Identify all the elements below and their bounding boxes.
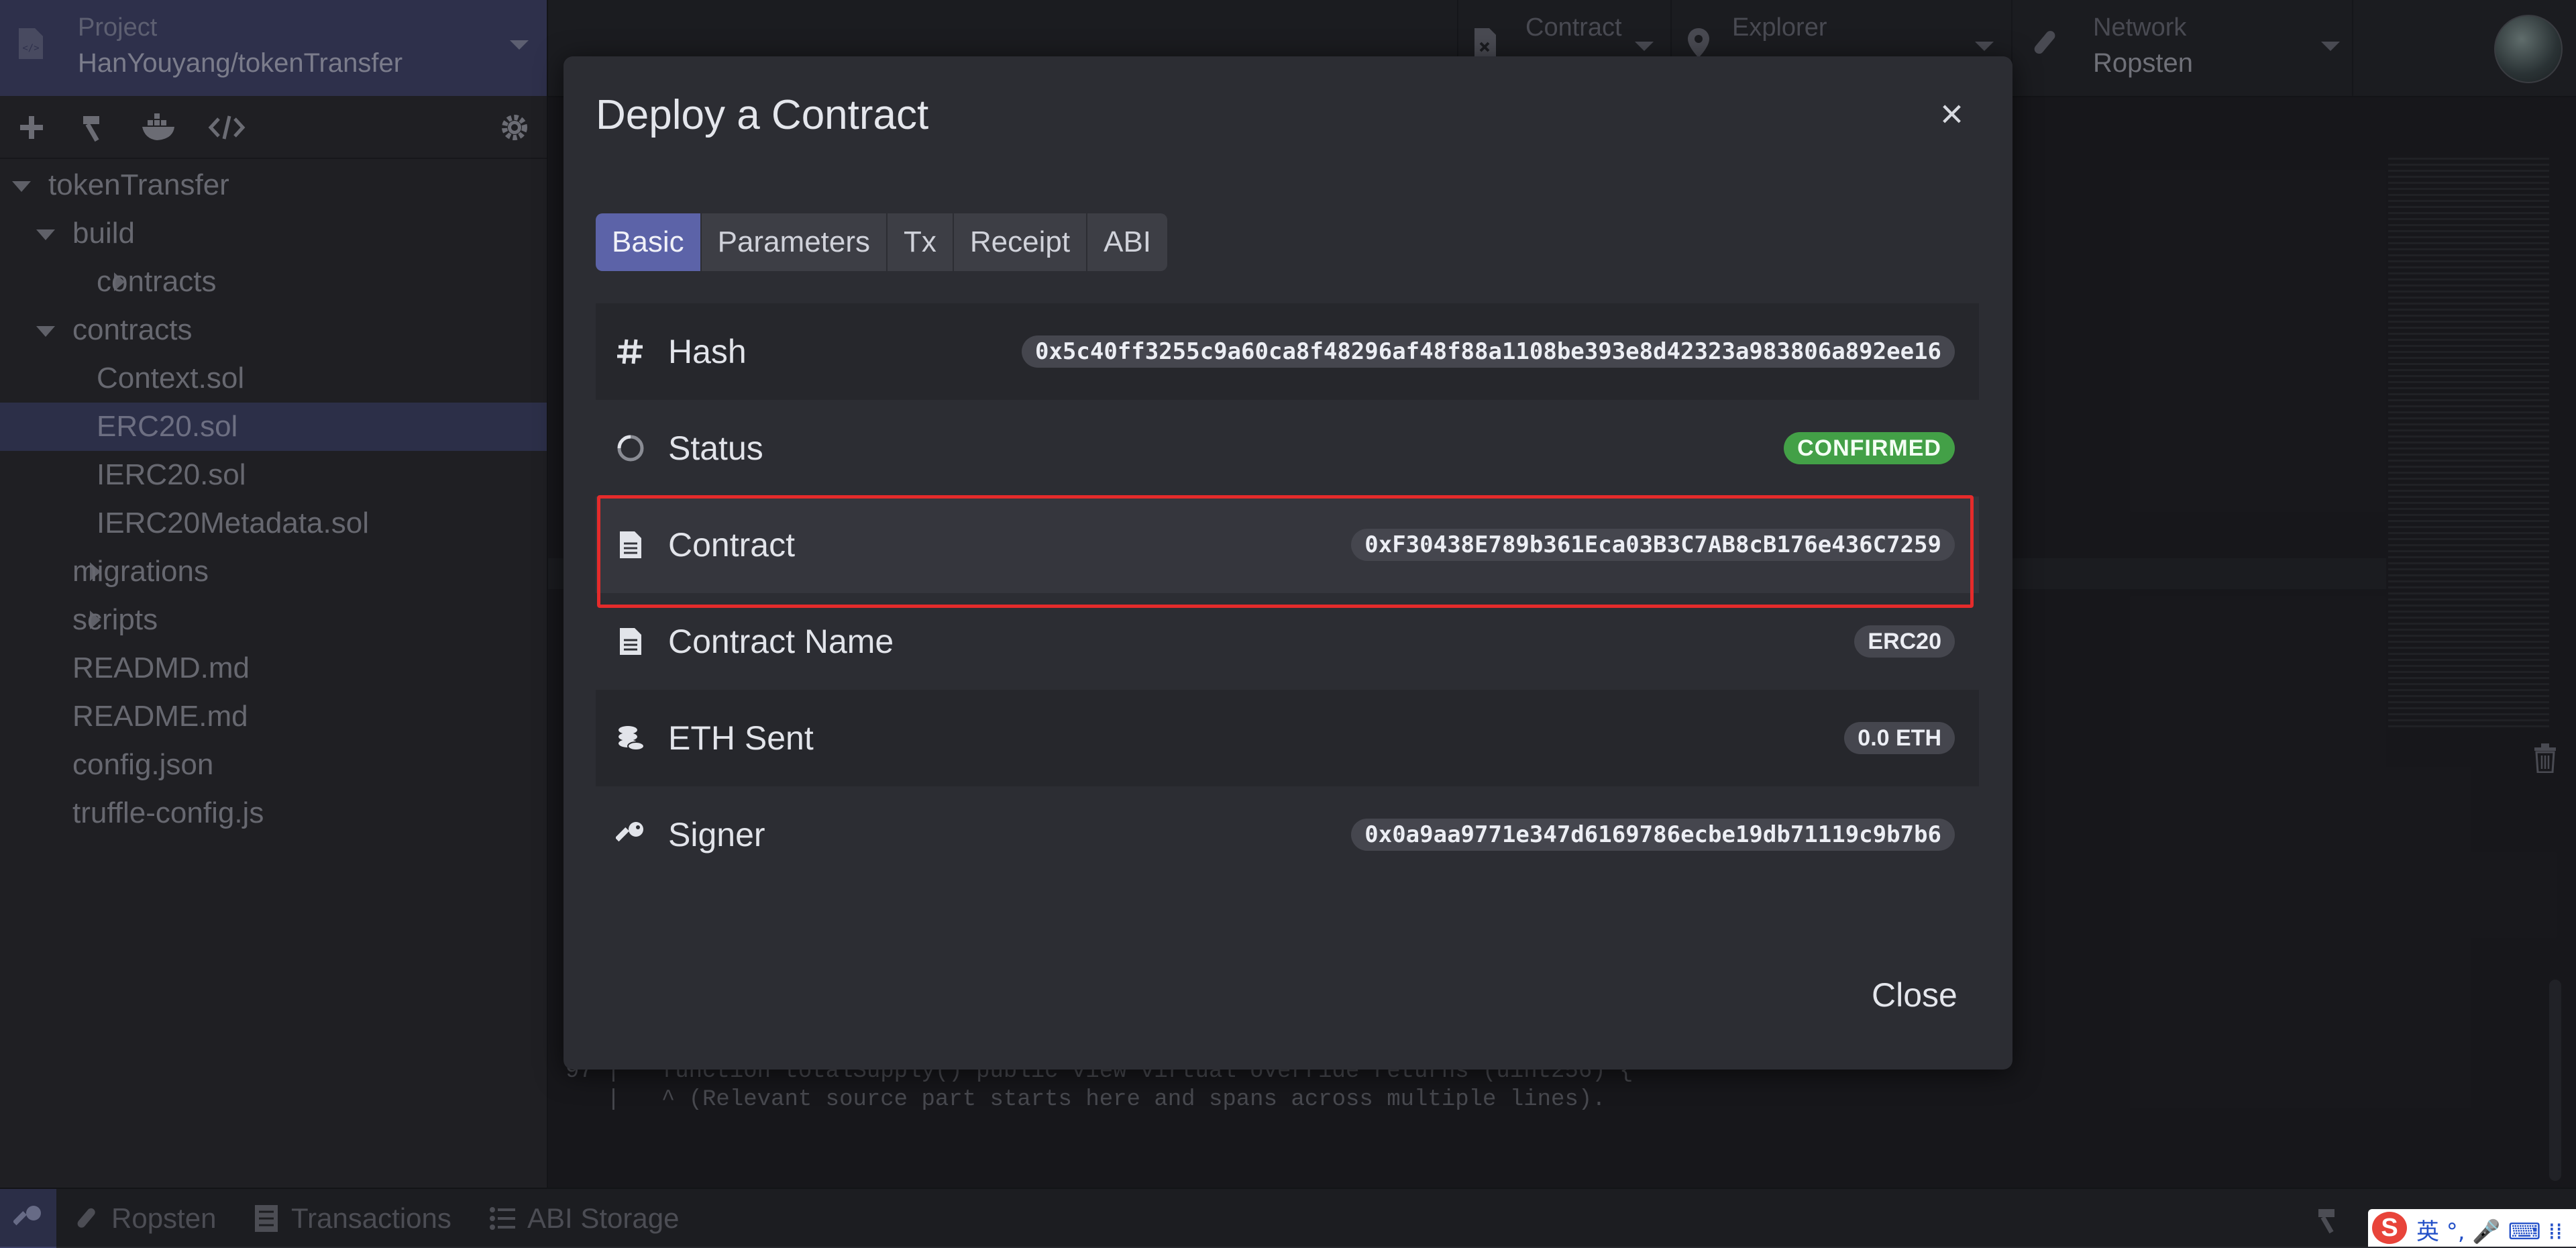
contract-name-label: Contract Name bbox=[668, 623, 894, 660]
hash-label: Hash bbox=[668, 333, 747, 370]
file-text-icon bbox=[620, 628, 641, 655]
hash-value: 0x5c40ff3255c9a60ca8f48296af48f88a1108be… bbox=[1021, 335, 1955, 368]
contract-name-row: Contract Name ERC20 bbox=[596, 593, 1979, 690]
file-text-icon bbox=[620, 531, 641, 558]
sogou-logo: S bbox=[2372, 1212, 2407, 1244]
deploy-details-list: Hash 0x5c40ff3255c9a60ca8f48296af48f88a1… bbox=[596, 303, 1979, 883]
spinner-icon bbox=[617, 435, 644, 462]
modal-tabs: Basic Parameters Tx Receipt ABI bbox=[596, 213, 1168, 271]
tab-basic[interactable]: Basic bbox=[596, 213, 702, 271]
status-label: Status bbox=[668, 429, 763, 467]
ime-status: 英 °, 🎤 ⌨ ⁞⁞ bbox=[2416, 1218, 2563, 1245]
contract-name-value: ERC20 bbox=[1854, 625, 1955, 658]
hashtag-icon bbox=[617, 339, 643, 364]
signer-label: Signer bbox=[668, 816, 765, 853]
coins-icon bbox=[619, 726, 645, 751]
key-icon bbox=[616, 822, 643, 842]
hash-row: Hash 0x5c40ff3255c9a60ca8f48296af48f88a1… bbox=[596, 303, 1979, 400]
close-icon[interactable]: × bbox=[1940, 94, 1964, 134]
eth-sent-row: ETH Sent 0.0 ETH bbox=[596, 690, 1979, 786]
tab-receipt[interactable]: Receipt bbox=[953, 213, 1088, 271]
signer-address[interactable]: 0x0a9aa9771e347d6169786ecbe19db71119c9b7… bbox=[1351, 819, 1955, 851]
tab-tx[interactable]: Tx bbox=[888, 213, 954, 271]
contract-row: Contract 0xF30438E789b361Eca03B3C7AB8cB1… bbox=[596, 497, 1979, 593]
modal-title: Deploy a Contract bbox=[596, 92, 929, 138]
status-row: Status CONFIRMED bbox=[596, 400, 1979, 497]
eth-sent-label: ETH Sent bbox=[668, 719, 814, 757]
eth-sent-value: 0.0 ETH bbox=[1844, 722, 1955, 754]
status-badge: CONFIRMED bbox=[1784, 432, 1955, 464]
tab-parameters[interactable]: Parameters bbox=[701, 213, 888, 271]
deploy-contract-modal: Deploy a Contract × Basic Parameters Tx … bbox=[564, 56, 2012, 1070]
contract-address[interactable]: 0xF30438E789b361Eca03B3C7AB8cB176e436C72… bbox=[1351, 529, 1955, 561]
contract-label: Contract bbox=[668, 526, 795, 564]
signer-row: Signer 0x0a9aa9771e347d6169786ecbe19db71… bbox=[596, 786, 1979, 883]
close-button[interactable]: Close bbox=[1872, 976, 1957, 1015]
tab-abi[interactable]: ABI bbox=[1087, 213, 1168, 271]
ime-toolbar[interactable]: S 英 °, 🎤 ⌨ ⁞⁞ bbox=[2368, 1209, 2576, 1247]
